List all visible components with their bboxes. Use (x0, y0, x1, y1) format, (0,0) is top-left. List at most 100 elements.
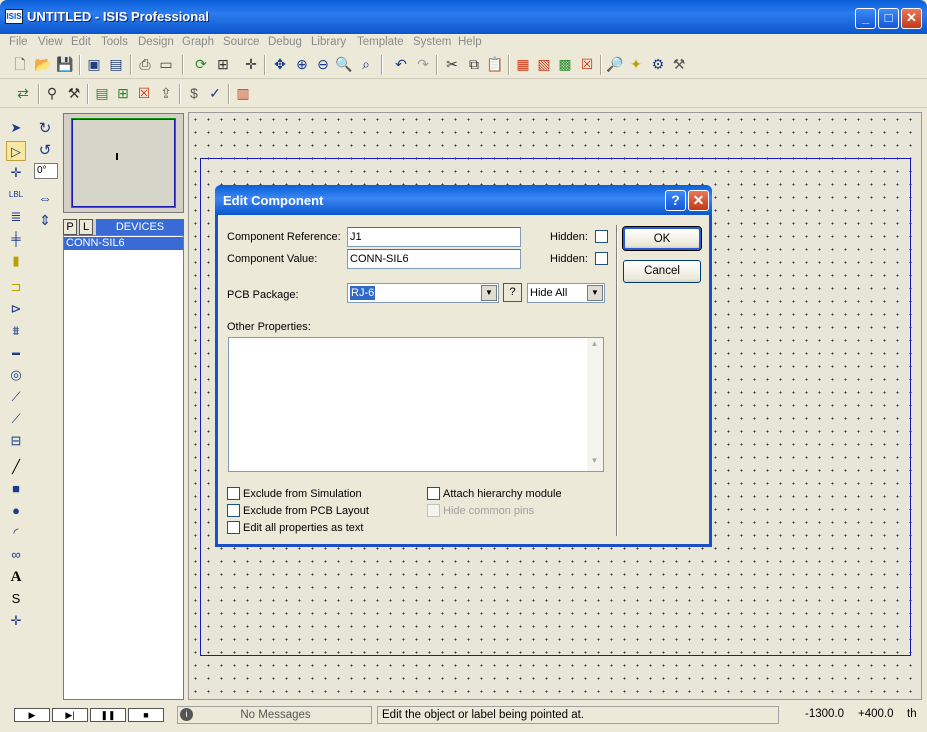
menu-debug[interactable]: Debug (268, 34, 302, 51)
import-section-icon[interactable]: ▣ (83, 53, 105, 75)
zoom-out-icon[interactable]: ⊖ (312, 53, 334, 75)
component-value-input[interactable]: CONN-SIL6 (347, 249, 521, 269)
zoom-all-icon[interactable]: 🔍 (333, 53, 355, 75)
scroll-up-icon[interactable]: ▲ (588, 339, 601, 353)
dialog-help-button[interactable]: ? (665, 190, 686, 211)
overview-window[interactable] (63, 113, 184, 213)
reference-hidden-checkbox[interactable] (595, 230, 608, 243)
device-list[interactable]: CONN-SIL6 (63, 235, 184, 700)
netlist-to-ares-icon[interactable]: ▥ (232, 82, 254, 104)
menu-help[interactable]: Help (458, 34, 482, 51)
edit-all-as-text-checkbox[interactable] (227, 521, 240, 534)
messages-box[interactable]: i No Messages (177, 706, 372, 724)
virtual-instruments-icon[interactable]: ⊟ (6, 431, 26, 451)
pick-devices-button[interactable]: P (63, 219, 77, 235)
tape-recorder-icon[interactable]: ▬ (6, 343, 26, 363)
close-button[interactable]: ✕ (901, 8, 922, 29)
pcb-package-help-button[interactable]: ? (503, 283, 522, 302)
new-sheet-icon[interactable]: ▤ (91, 82, 113, 104)
stop-button[interactable]: ■ (128, 708, 164, 722)
pick-device-icon[interactable]: 🔎 (604, 53, 626, 75)
device-pins-icon[interactable]: ⊳ (6, 299, 26, 319)
component-mode-icon[interactable]: ▷ (6, 141, 26, 161)
block-delete-icon[interactable]: ☒ (576, 53, 598, 75)
export-section-icon[interactable]: ▤ (105, 53, 127, 75)
block-rotate-icon[interactable]: ▩ (554, 53, 576, 75)
minimize-button[interactable]: _ (855, 8, 876, 29)
mirror-horizontal-icon[interactable]: ⇔ (34, 190, 56, 208)
rotate-clockwise-icon[interactable]: ↻ (34, 119, 56, 139)
bill-of-materials-icon[interactable]: $ (183, 82, 205, 104)
graph-mode-icon[interactable]: ⩩ (6, 321, 26, 341)
component-reference-input[interactable]: J1 (347, 227, 521, 247)
exclude-pcb-label[interactable]: Exclude from PCB Layout (243, 505, 369, 518)
textarea-scrollbar[interactable]: ▲ ▼ (587, 338, 603, 471)
rotation-angle-field[interactable]: 0° (34, 163, 58, 179)
maximize-button[interactable]: □ (878, 8, 899, 29)
exclude-simulation-checkbox[interactable] (227, 487, 240, 500)
copy-icon[interactable]: ⧉ (463, 53, 485, 75)
cancel-button[interactable]: Cancel (623, 260, 701, 283)
save-icon[interactable]: 💾 (54, 53, 76, 75)
packaging-tool-icon[interactable]: ⚙ (647, 53, 669, 75)
block-copy-icon[interactable]: ▦ (512, 53, 534, 75)
electrical-rule-check-icon[interactable]: ✓ (204, 82, 226, 104)
step-button[interactable]: ▶| (52, 708, 88, 722)
print-icon[interactable]: ⎙ (134, 53, 156, 75)
menu-view[interactable]: View (38, 34, 63, 51)
wire-label-icon[interactable]: LBL (6, 185, 26, 205)
exclude-simulation-label[interactable]: Exclude from Simulation (243, 488, 362, 501)
pan-icon[interactable]: ✥ (269, 53, 291, 75)
line-tool-icon[interactable]: ╱ (6, 457, 26, 477)
menu-system[interactable]: System (413, 34, 451, 51)
symbol-tool-icon[interactable]: S (6, 589, 26, 609)
selection-mode-icon[interactable]: ➤ (6, 118, 26, 138)
zoom-in-icon[interactable]: ⊕ (291, 53, 313, 75)
cut-icon[interactable]: ✂ (441, 53, 463, 75)
decompose-icon[interactable]: ⚒ (668, 53, 690, 75)
menu-file[interactable]: File (9, 34, 28, 51)
origin-icon[interactable]: ✛ (240, 53, 262, 75)
menu-design[interactable]: Design (138, 34, 174, 51)
menu-template[interactable]: Template (357, 34, 404, 51)
grid-icon[interactable]: ⊞ (212, 53, 234, 75)
box-tool-icon[interactable]: ■ (6, 479, 26, 499)
wire-autorouter-icon[interactable]: ⇄ (12, 82, 34, 104)
voltage-probe-icon[interactable]: ⟋ (6, 387, 26, 407)
print-area-icon[interactable]: ▭ (155, 53, 177, 75)
ok-button[interactable]: OK (622, 226, 702, 251)
open-file-icon[interactable]: 📂 (32, 53, 54, 75)
undo-icon[interactable]: ↶ (390, 53, 412, 75)
text-tool-icon[interactable]: A (6, 567, 26, 587)
dialog-close-button[interactable]: ✕ (688, 190, 709, 211)
subcircuit-icon[interactable]: ▮ (6, 251, 26, 271)
text-script-icon[interactable]: ≣ (6, 207, 26, 227)
generator-icon[interactable]: ◎ (6, 365, 26, 385)
play-button[interactable]: ▶ (14, 708, 50, 722)
edit-all-as-text-label[interactable]: Edit all properties as text (243, 522, 363, 535)
menu-source[interactable]: Source (223, 34, 259, 51)
redraw-icon[interactable]: ⟳ (190, 53, 212, 75)
circle-tool-icon[interactable]: ● (6, 501, 26, 521)
add-sheet-icon[interactable]: ⊞ (112, 82, 134, 104)
remove-sheet-icon[interactable]: ☒ (133, 82, 155, 104)
rotate-anticlockwise-icon[interactable]: ↺ (34, 141, 56, 161)
redo-icon[interactable]: ↷ (412, 53, 434, 75)
block-move-icon[interactable]: ▧ (533, 53, 555, 75)
menu-library[interactable]: Library (311, 34, 346, 51)
pcb-package-select[interactable]: RJ-6 ▼ (347, 283, 499, 303)
library-manager-button[interactable]: L (79, 219, 93, 235)
mirror-vertical-icon[interactable]: ⇕ (34, 212, 56, 230)
arc-tool-icon[interactable]: ◜ (6, 523, 26, 543)
menu-edit[interactable]: Edit (71, 34, 91, 51)
exclude-pcb-checkbox[interactable] (227, 504, 240, 517)
property-tool-icon[interactable]: ⚒ (63, 82, 85, 104)
exit-to-parent-icon[interactable]: ⇪ (155, 82, 177, 104)
menu-graph[interactable]: Graph (182, 34, 214, 51)
pause-button[interactable]: ❚❚ (90, 708, 126, 722)
junction-dot-icon[interactable]: ✛ (6, 163, 26, 183)
attach-hierarchy-checkbox[interactable] (427, 487, 440, 500)
menu-tools[interactable]: Tools (101, 34, 128, 51)
paste-icon[interactable]: 📋 (484, 53, 506, 75)
other-properties-textarea[interactable]: ▲ ▼ (228, 337, 604, 472)
